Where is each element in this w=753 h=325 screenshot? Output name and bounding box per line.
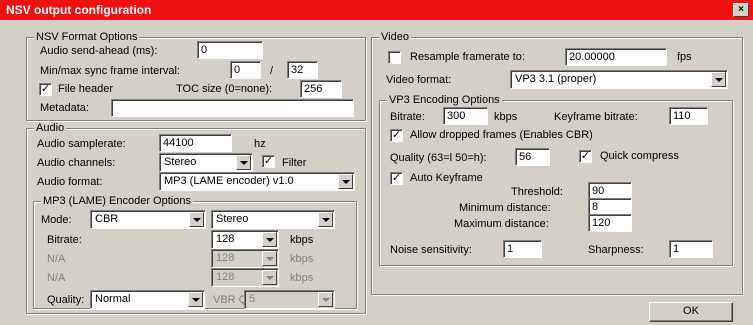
kf-bitrate-input[interactable]: 110	[669, 107, 708, 125]
sync-separator: /	[270, 65, 274, 77]
resample-input[interactable]: 20.00000	[565, 48, 667, 66]
audio-legend: Audio	[34, 122, 67, 135]
toc-size-label: TOC size (0=none):	[176, 83, 273, 95]
resample-unit: fps	[677, 51, 692, 63]
max-distance-input[interactable]: 120	[588, 214, 632, 232]
chevron-down-icon[interactable]	[711, 72, 726, 87]
chevron-down-icon[interactable]	[189, 212, 204, 227]
max-distance-label: Maximum distance:	[454, 218, 549, 230]
na2-dropdown: 128	[211, 268, 279, 287]
na2-unit: kbps	[290, 272, 314, 284]
send-ahead-label: Audio send-ahead (ms):	[40, 45, 158, 57]
chevron-down-icon[interactable]	[188, 292, 203, 307]
nsv-format-legend: NSV Format Options	[34, 31, 140, 44]
lame-quality-value: Normal	[95, 293, 131, 305]
filter-label: Filter	[282, 157, 307, 169]
chevron-down-icon	[262, 251, 277, 266]
chevron-down-icon	[318, 292, 333, 307]
filter-checkbox[interactable]: ✓	[262, 155, 275, 168]
lame-bitrate-dropdown[interactable]: 128	[211, 230, 279, 249]
quick-compress-checkbox[interactable]: ✓	[579, 150, 592, 163]
mode-dropdown[interactable]: CBR	[90, 210, 206, 229]
auto-keyframe-label: Auto Keyframe	[410, 172, 483, 184]
close-button[interactable]: ×	[733, 3, 749, 17]
vp3-bitrate-label: Bitrate:	[390, 111, 425, 123]
video-legend: Video	[379, 31, 411, 44]
vbr-q-dropdown: 5	[244, 290, 335, 309]
noise-sensitivity-input[interactable]: 1	[503, 240, 542, 258]
mode-label: Mode:	[41, 214, 72, 226]
dropped-frames-checkbox[interactable]: ✓	[390, 129, 403, 142]
channels-dropdown[interactable]: Stereo	[159, 153, 253, 172]
sync-max-input[interactable]: 32	[287, 61, 318, 79]
vp3-quality-input[interactable]: 56	[515, 148, 550, 166]
channels-value: Stereo	[164, 156, 197, 168]
stereo-mode-dropdown[interactable]: Stereo	[211, 210, 335, 229]
na1-dropdown: 128	[211, 249, 279, 268]
sync-min-input[interactable]: 0	[230, 61, 261, 79]
lame-quality-dropdown[interactable]: Normal	[90, 290, 205, 309]
mode-value: CBR	[95, 213, 119, 225]
video-format-value: VP3 3.1 (proper)	[515, 73, 597, 85]
sharpness-label: Sharpness:	[588, 244, 644, 256]
file-header-label: File header	[58, 83, 114, 95]
resample-checkbox[interactable]	[388, 51, 401, 64]
samplerate-input[interactable]: 44100	[159, 134, 232, 152]
lame-bitrate-label: Bitrate:	[47, 234, 82, 246]
dropped-frames-label: Allow dropped frames (Enables CBR)	[410, 129, 593, 141]
sharpness-input[interactable]: 1	[669, 240, 713, 258]
video-format-dropdown[interactable]: VP3 3.1 (proper)	[510, 70, 728, 89]
na2-value: 128	[216, 271, 235, 283]
chevron-down-icon[interactable]	[236, 155, 251, 170]
vp3-quality-label: Quality (63=l 50=h):	[390, 152, 487, 164]
window-title: NSV output configuration	[6, 3, 152, 17]
audio-format-label: Audio format:	[37, 176, 103, 188]
dialog-window: NSV output configuration × NSV Format Op…	[0, 0, 753, 325]
min-distance-label: Minimum distance:	[459, 202, 551, 214]
lame-quality-label: Quality:	[47, 294, 85, 306]
metadata-input[interactable]	[111, 99, 354, 117]
vp3-bitrate-input[interactable]: 300	[443, 107, 488, 125]
file-header-checkbox[interactable]: ✓	[39, 83, 52, 96]
lame-bitrate-value: 128	[216, 233, 235, 245]
video-format-label: Video format:	[386, 74, 452, 86]
lame-bitrate-unit: kbps	[290, 234, 314, 246]
threshold-label: Threshold:	[511, 186, 563, 198]
noise-sensitivity-label: Noise sensitivity:	[390, 244, 472, 256]
resample-label: Resample framerate to:	[410, 51, 525, 63]
send-ahead-input[interactable]: 0	[197, 41, 263, 59]
toc-size-input[interactable]: 256	[300, 80, 342, 98]
stereo-mode-value: Stereo	[216, 213, 249, 225]
metadata-label: Metadata:	[40, 102, 89, 114]
chevron-down-icon[interactable]	[318, 212, 333, 227]
samplerate-unit: hz	[254, 138, 266, 150]
lame-options-legend: MP3 (LAME) Encoder Options	[41, 195, 193, 208]
audio-format-value: MP3 (LAME encoder) v1.0	[164, 175, 294, 187]
audio-format-dropdown[interactable]: MP3 (LAME encoder) v1.0	[159, 172, 355, 191]
title-bar[interactable]: NSV output configuration ×	[0, 0, 753, 20]
ok-button[interactable]: OK	[649, 302, 733, 322]
samplerate-label: Audio samplerate:	[37, 138, 126, 150]
kf-bitrate-label: Keyframe bitrate:	[554, 111, 638, 123]
na1-unit: kbps	[290, 253, 314, 265]
auto-keyframe-checkbox[interactable]: ✓	[390, 172, 403, 185]
na2-label: N/A	[47, 272, 66, 284]
channels-label: Audio channels:	[37, 157, 116, 169]
na1-value: 128	[216, 252, 235, 264]
vbr-q-value: 5	[249, 293, 256, 305]
quick-compress-label: Quick compress	[600, 150, 679, 162]
sync-interval-label: Min/max sync frame interval:	[40, 65, 180, 77]
chevron-down-icon[interactable]	[338, 174, 353, 189]
chevron-down-icon	[262, 270, 277, 285]
vp3-options-legend: VP3 Encoding Options	[387, 94, 502, 107]
na1-label: N/A	[47, 253, 66, 265]
chevron-down-icon[interactable]	[262, 232, 277, 247]
vp3-bitrate-unit: kbps	[494, 111, 518, 123]
